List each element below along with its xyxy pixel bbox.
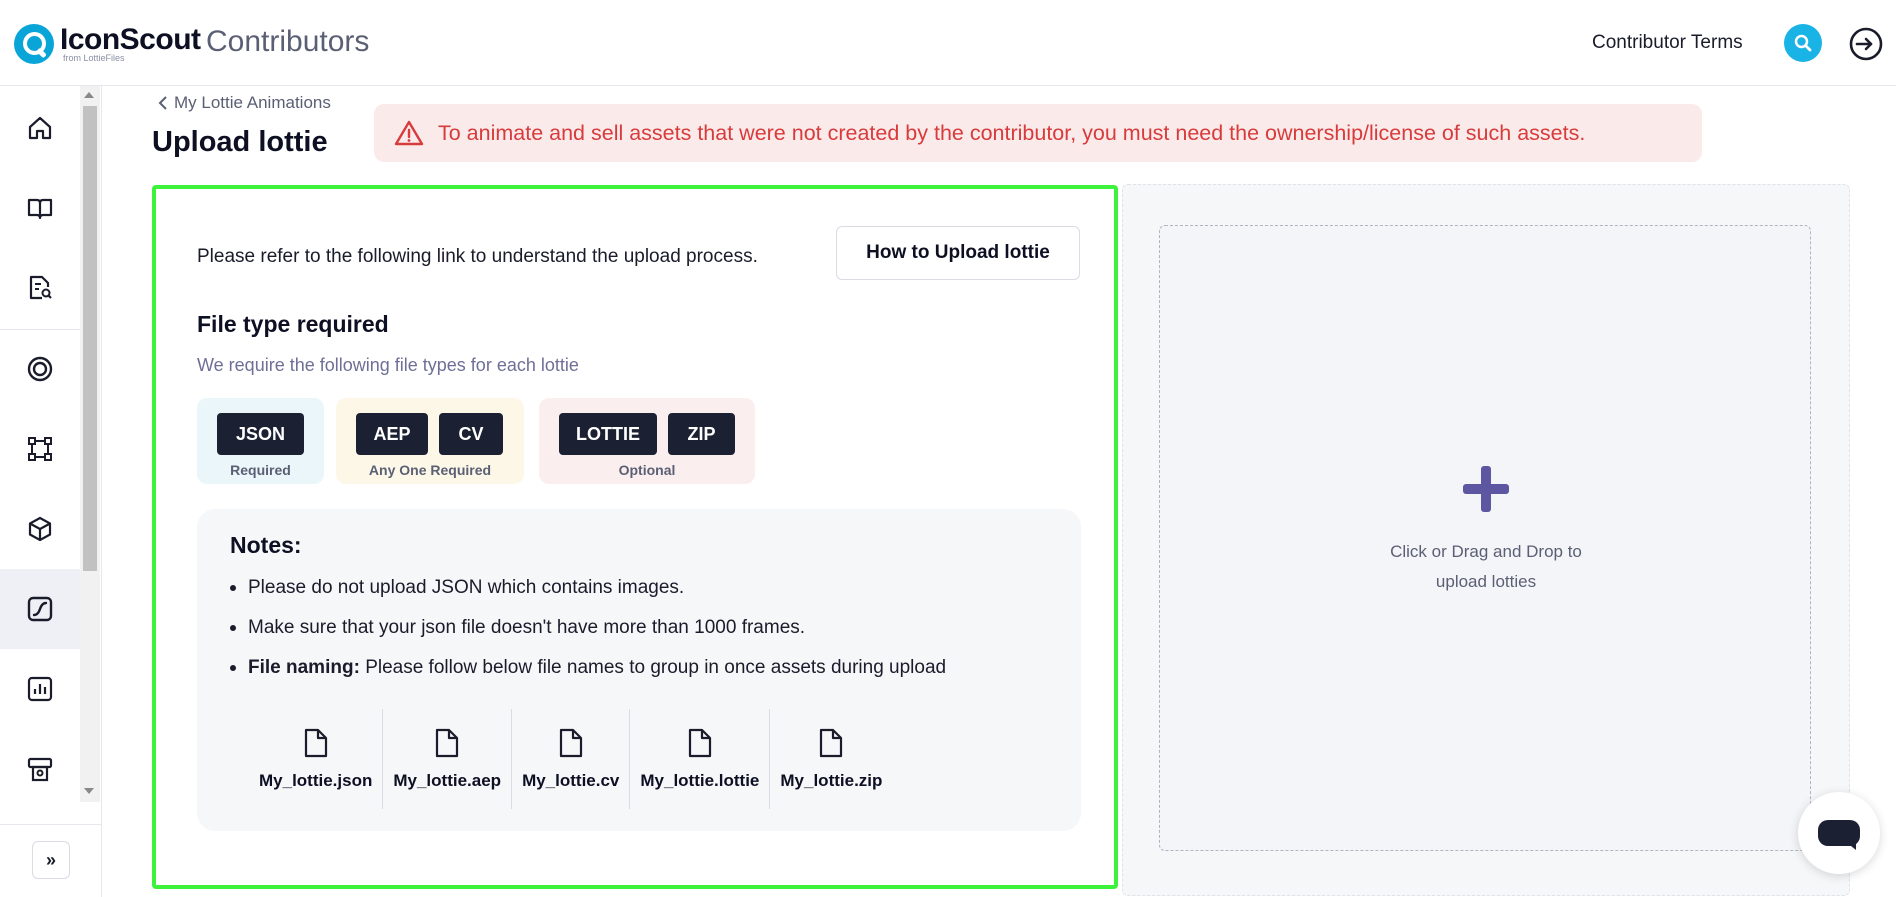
search-icon <box>1794 34 1812 52</box>
chip-lottie: LOTTIE <box>559 413 657 455</box>
payout-icon <box>27 757 53 782</box>
chat-widget-button[interactable] <box>1798 792 1880 874</box>
sidebar-item-3d[interactable] <box>0 489 80 569</box>
warning-text: To animate and sell assets that were not… <box>438 120 1586 145</box>
file-name: My_lottie.aep <box>393 771 502 790</box>
target-icon <box>27 356 53 382</box>
sidebar-scroll-thumb[interactable] <box>83 106 97 571</box>
file-icon <box>688 728 711 758</box>
file-example: My_lottie.aep <box>382 709 511 809</box>
warning-icon <box>394 120 424 146</box>
note-text: Make sure that your json file doesn't ha… <box>248 617 806 638</box>
file-icon <box>820 728 843 758</box>
brand-text: IconScout from LottieFiles <box>60 25 201 63</box>
iconscout-logo-icon <box>14 24 54 64</box>
back-link-label: My Lottie Animations <box>174 93 331 112</box>
notes-list: Please do not upload JSON which contains… <box>230 575 946 695</box>
upload-instructions-card: Please refer to the following link to un… <box>152 185 1118 889</box>
chevron-left-icon <box>158 96 167 110</box>
file-type-heading: File type required <box>197 311 389 337</box>
back-link[interactable]: My Lottie Animations <box>158 93 331 113</box>
dropzone-text: Click or Drag and Drop to upload lotties <box>1160 537 1812 597</box>
note-text: Please follow below file names to group … <box>365 657 947 678</box>
file-example: My_lottie.json <box>249 709 382 809</box>
notes-title: Notes: <box>230 532 302 558</box>
chip-json: JSON <box>217 413 304 455</box>
file-group-required: JSON Required <box>197 398 324 484</box>
sidebar-item-lottie[interactable] <box>0 569 80 649</box>
chip-aep: AEP <box>356 413 428 455</box>
notes-panel: Notes: Please do not upload JSON which c… <box>197 509 1081 831</box>
brand-name: IconScout <box>60 23 201 56</box>
file-example: My_lottie.cv <box>511 709 629 809</box>
upload-dropzone[interactable]: Click or Drag and Drop to upload lotties <box>1159 225 1811 851</box>
file-naming-examples: My_lottie.json My_lottie.aep My_lottie.c… <box>249 709 892 809</box>
note-item: File naming: Please follow below file na… <box>230 655 946 695</box>
group-label: Required <box>230 462 291 478</box>
group-label: Any One Required <box>368 462 492 478</box>
page-title: Upload lottie <box>152 126 328 158</box>
sidebar-divider <box>0 824 102 825</box>
file-icon <box>436 728 459 758</box>
contributor-terms-link[interactable]: Contributor Terms <box>1592 32 1743 54</box>
file-name: My_lottie.zip <box>780 771 883 790</box>
chat-icon <box>1818 820 1860 850</box>
file-type-subtitle: We require the following file types for … <box>197 355 579 375</box>
file-icon <box>559 728 582 758</box>
sidebar-item-illustrations[interactable] <box>0 409 80 489</box>
dropzone-line2: upload lotties <box>1435 572 1537 591</box>
top-header: IconScout from LottieFiles Contributors … <box>0 0 1896 86</box>
file-name: My_lottie.lottie <box>640 771 760 790</box>
document-search-icon <box>29 275 52 300</box>
file-group-any-one: AEP CV Any One Required <box>336 398 524 484</box>
file-group-optional: LOTTIE ZIP Optional <box>539 398 755 484</box>
book-icon <box>27 198 53 220</box>
file-example: My_lottie.lottie <box>629 709 769 809</box>
search-button[interactable] <box>1784 24 1822 62</box>
file-name: My_lottie.cv <box>522 771 620 790</box>
chart-icon <box>27 676 53 702</box>
chip-cv: CV <box>439 413 503 455</box>
sidebar-item-analytics[interactable] <box>0 649 80 729</box>
file-example: My_lottie.zip <box>769 709 892 809</box>
app-title: Contributors <box>206 25 370 58</box>
note-item: Make sure that your json file doesn't ha… <box>230 615 946 655</box>
sidebar-item-learn[interactable] <box>0 168 80 248</box>
sidebar-item-icons[interactable] <box>0 329 80 409</box>
file-icon <box>304 728 327 758</box>
sidebar-item-home[interactable] <box>0 88 80 168</box>
upload-panel: Click or Drag and Drop to upload lotties <box>1122 184 1850 896</box>
group-label: Optional <box>618 462 676 478</box>
dropzone-line1: Click or Drag and Drop to <box>1390 542 1582 561</box>
home-icon <box>28 116 52 140</box>
brand-logo[interactable]: IconScout from LottieFiles <box>14 24 201 64</box>
chip-zip: ZIP <box>668 413 735 455</box>
scroll-up-arrow-icon[interactable] <box>84 92 94 98</box>
sidebar-item-payouts[interactable] <box>0 729 80 809</box>
plus-icon <box>1463 466 1509 512</box>
how-to-upload-button[interactable]: How to Upload lottie <box>836 226 1080 280</box>
ownership-warning-banner: To animate and sell assets that were not… <box>374 104 1702 162</box>
note-text: Please do not upload JSON which contains… <box>248 577 685 598</box>
cube-icon <box>28 516 52 542</box>
logout-icon[interactable] <box>1848 26 1884 62</box>
file-name: My_lottie.json <box>259 771 373 790</box>
refer-text: Please refer to the following link to un… <box>197 246 758 267</box>
expand-sidebar-button[interactable]: » <box>32 841 70 879</box>
note-item: Please do not upload JSON which contains… <box>230 575 946 615</box>
sidebar-item-review[interactable] <box>0 248 80 328</box>
sidebar: » <box>0 86 102 897</box>
scroll-down-arrow-icon[interactable] <box>84 788 94 794</box>
vector-icon <box>28 437 52 461</box>
note-bold-label: File naming: <box>248 657 360 678</box>
animation-icon <box>27 596 53 622</box>
